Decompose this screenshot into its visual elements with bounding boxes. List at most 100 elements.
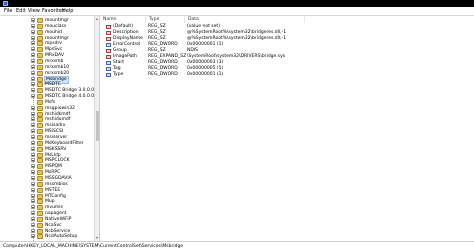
expand-toggle-icon[interactable]: [31, 117, 35, 122]
expand-toggle-icon[interactable]: [31, 181, 35, 186]
expand-toggle-icon[interactable]: [31, 211, 35, 216]
expand-toggle-icon[interactable]: [31, 35, 35, 40]
folder-icon: [37, 123, 43, 129]
expand-toggle-icon[interactable]: [31, 94, 35, 99]
key-path: Computer\HKEY_LOCAL_MACHINE\SYSTEM\Curre…: [3, 244, 184, 249]
binary-value-icon: [106, 67, 111, 71]
menu-file[interactable]: File: [4, 8, 12, 14]
regedit-icon: [3, 1, 8, 6]
value-data: 0x00000001 (1): [187, 72, 224, 77]
expand-toggle-icon[interactable]: [31, 58, 35, 63]
status-bar: Computer\HKEY_LOCAL_MACHINE\SYSTEM\Curre…: [0, 241, 474, 252]
folder-icon: [37, 41, 43, 47]
scroll-down-icon[interactable]: ▾: [96, 236, 99, 240]
folder-icon: [37, 117, 43, 123]
expand-toggle-icon[interactable]: [31, 193, 35, 198]
folder-icon: [37, 105, 43, 111]
folder-icon: [37, 211, 43, 217]
scroll-thumb[interactable]: [96, 111, 99, 141]
menu-edit[interactable]: Edit: [16, 8, 26, 14]
key-tree-pane[interactable]: mountmgr mouclass mouhid mountmgr mpsdrv MpsS…: [0, 16, 100, 241]
menu-view[interactable]: View: [28, 8, 40, 14]
column-header-name[interactable]: Name: [100, 16, 146, 23]
binary-value-icon: [106, 61, 111, 65]
folder-icon: [37, 152, 43, 158]
scroll-up-icon[interactable]: ▴: [96, 17, 99, 21]
expand-toggle-icon[interactable]: [31, 70, 35, 75]
menu-bar: File Edit View Favorites Help: [0, 7, 474, 16]
expand-toggle-icon[interactable]: [31, 105, 35, 110]
expand-toggle-icon[interactable]: [31, 222, 35, 227]
folder-icon: [37, 58, 43, 64]
folder-icon: [37, 47, 43, 53]
expand-toggle-icon[interactable]: [31, 135, 35, 139]
string-value-icon: [106, 49, 111, 53]
folder-icon: [37, 205, 43, 211]
expand-toggle-icon[interactable]: [31, 129, 35, 134]
title-bar[interactable]: [0, 0, 474, 7]
folder-icon: [37, 234, 43, 240]
expand-toggle-icon[interactable]: [31, 23, 35, 28]
folder-icon: [37, 146, 43, 152]
folder-icon: [37, 76, 43, 82]
expand-toggle-icon[interactable]: [31, 41, 35, 46]
column-header-data[interactable]: Data: [185, 16, 305, 23]
folder-icon: [37, 70, 43, 76]
expand-toggle-icon[interactable]: [31, 64, 35, 69]
expand-toggle-icon[interactable]: [31, 158, 35, 163]
expand-toggle-icon[interactable]: [31, 82, 35, 87]
expand-toggle-icon[interactable]: [31, 29, 35, 34]
expand-toggle-icon[interactable]: [31, 152, 35, 157]
folder-icon: [37, 129, 43, 135]
expand-toggle-icon[interactable]: [31, 47, 35, 52]
folder-icon: [37, 158, 43, 164]
folder-icon: [37, 18, 43, 23]
folder-icon: [37, 164, 43, 170]
value-name: Type: [113, 72, 124, 77]
expand-toggle-icon[interactable]: [31, 76, 35, 81]
folder-icon: [37, 199, 43, 205]
registry-editor-window: File Edit View Favorites Help mountmgr mo…: [0, 0, 474, 252]
string-value-icon: [106, 55, 111, 59]
folder-icon: [37, 175, 43, 181]
folder-icon: [37, 187, 43, 193]
folder-icon: [37, 216, 43, 222]
expand-toggle-icon[interactable]: [31, 205, 35, 210]
menu-help[interactable]: Help: [62, 8, 73, 14]
expand-toggle-icon[interactable]: [31, 164, 35, 169]
tree-item-label: NcdAutoSetup: [45, 234, 78, 240]
expand-toggle-icon[interactable]: [31, 187, 35, 192]
folder-icon: [37, 170, 43, 176]
expand-toggle-icon[interactable]: [31, 175, 35, 180]
values-pane[interactable]: Name Type Data (Default) REG_SZ (value not…: [100, 16, 474, 241]
string-value-icon: [106, 31, 111, 35]
folder-icon: [37, 35, 43, 41]
expand-toggle-icon[interactable]: [31, 53, 35, 58]
string-value-icon: [106, 37, 111, 41]
expand-toggle-icon[interactable]: [31, 88, 35, 93]
folder-icon: [37, 111, 43, 117]
expand-toggle-icon[interactable]: [31, 18, 35, 22]
expand-toggle-icon[interactable]: [31, 140, 35, 145]
expand-toggle-icon[interactable]: [31, 216, 35, 221]
expand-toggle-icon[interactable]: [31, 228, 35, 233]
expand-toggle-icon[interactable]: [31, 146, 35, 151]
folder-icon: [37, 193, 43, 199]
folder-icon: [37, 82, 43, 88]
folder-icon: [37, 228, 43, 234]
folder-icon: [37, 64, 43, 70]
expand-toggle-icon[interactable]: [31, 123, 35, 128]
expand-toggle-icon[interactable]: [31, 199, 35, 204]
folder-icon: [37, 53, 43, 59]
binary-value-icon: [106, 73, 111, 77]
folder-icon: [37, 222, 43, 228]
folder-icon: [37, 94, 43, 100]
folder-icon: [37, 88, 43, 94]
tree-item[interactable]: NcdAutoSetup: [0, 234, 94, 240]
expand-toggle-icon[interactable]: [31, 111, 35, 116]
folder-icon: [37, 135, 43, 140]
expand-toggle-icon[interactable]: [31, 170, 35, 175]
column-header-type[interactable]: Type: [146, 16, 185, 23]
value-row[interactable]: Type REG_DWORD 0x00000001 (1): [100, 72, 474, 78]
expand-toggle-icon[interactable]: [31, 234, 35, 239]
